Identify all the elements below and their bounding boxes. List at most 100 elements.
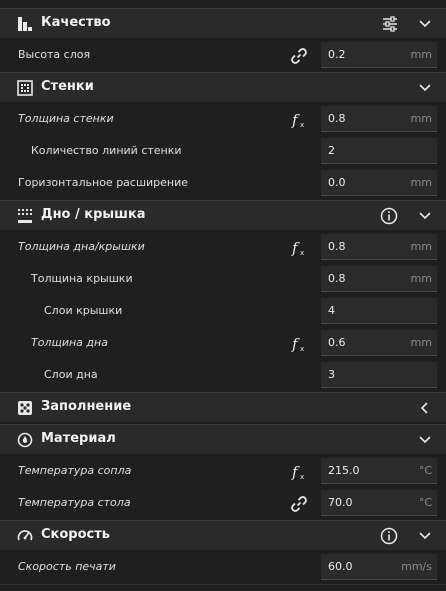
category-speed[interactable]: Скорость	[0, 520, 446, 550]
info-icon[interactable]	[380, 207, 398, 225]
setting-label: Высота слоя	[18, 48, 91, 61]
setting-row-wall-thickness: Толщина стенки f x 0.8 mm	[0, 103, 446, 135]
bed-temperature-input[interactable]: 70.0 °C	[321, 490, 437, 516]
setting-label: Слои крышки	[44, 304, 123, 317]
setting-label: Толщина крышки	[31, 272, 133, 285]
setting-label: Температура стола	[18, 496, 131, 509]
function-icon: f x	[291, 463, 304, 481]
setting-label: Толщина дна/крышки	[18, 240, 145, 253]
bottom-layers-input[interactable]: 3	[321, 362, 437, 388]
chevron-down-icon[interactable]	[418, 82, 432, 94]
setting-row-top-layers: Слои крышки 4	[0, 295, 446, 327]
setting-row-print-speed: Скорость печати 60.0 mm/s	[0, 551, 446, 583]
chevron-left-icon[interactable]	[418, 402, 432, 414]
function-icon: f x	[291, 335, 304, 353]
info-icon[interactable]	[380, 527, 398, 545]
setting-row-top-bottom-thickness: Толщина дна/крышки f x 0.8 mm	[0, 231, 446, 263]
wall-line-count-input[interactable]: 2	[321, 138, 437, 164]
field-unit: mm	[410, 112, 432, 125]
top-bottom-icon	[18, 209, 32, 223]
wall-thickness-input[interactable]: 0.8 mm	[321, 106, 437, 132]
field-value: 0.8	[328, 112, 346, 125]
print-speed-input[interactable]: 60.0 mm/s	[321, 554, 437, 580]
setting-label: Температура сопла	[18, 464, 132, 477]
chevron-down-icon[interactable]	[418, 18, 432, 30]
category-title: Скорость	[41, 527, 110, 542]
field-unit: mm	[410, 240, 432, 253]
setting-row-top-thickness: Толщина крышки 0.8 mm	[0, 263, 446, 295]
category-infill[interactable]: Заполнение	[0, 392, 446, 422]
top-thickness-input[interactable]: 0.8 mm	[321, 266, 437, 292]
setting-label: Горизонтальное расширение	[18, 176, 189, 189]
field-value: 0.8	[328, 272, 346, 285]
setting-label: Скорость печати	[18, 560, 116, 573]
material-icon	[17, 432, 33, 448]
setting-label: Толщина дна	[31, 336, 108, 349]
setting-row-horizontal-expansion: Горизонтальное расширение 0.0 mm	[0, 167, 446, 199]
svg-text:x: x	[300, 345, 304, 353]
chevron-down-icon[interactable]	[418, 210, 432, 222]
category-title: Материал	[41, 431, 116, 446]
link-icon	[291, 496, 307, 512]
svg-text:x: x	[300, 473, 304, 481]
setting-row-bed-temperature: Температура стола 70.0 °C	[0, 487, 446, 519]
bottom-thickness-input[interactable]: 0.6 mm	[321, 330, 437, 356]
setting-row-bottom-layers: Слои дна 3	[0, 359, 446, 391]
sliders-icon[interactable]	[381, 15, 399, 33]
link-icon	[291, 48, 307, 64]
svg-text:f: f	[291, 239, 300, 257]
field-value: 0.6	[328, 336, 346, 349]
field-value: 215.0	[328, 464, 360, 477]
setting-row-layer-height: Высота слоя 0.2 mm	[0, 39, 446, 71]
nozzle-temperature-input[interactable]: 215.0 °C	[321, 458, 437, 484]
field-value: 70.0	[328, 496, 353, 509]
field-unit: mm/s	[401, 560, 432, 573]
category-quality[interactable]: Качество	[0, 8, 446, 38]
print-settings-panel: Качество Высота слоя 0.2 mm Стенки Толщи…	[0, 0, 446, 591]
setting-label: Слои дна	[44, 368, 98, 381]
setting-row-nozzle-temperature: Температура сопла f x 215.0 °C	[0, 455, 446, 487]
svg-text:x: x	[300, 121, 304, 129]
field-unit: mm	[410, 336, 432, 349]
category-title: Стенки	[41, 79, 94, 94]
top-layers-input[interactable]: 4	[321, 298, 437, 324]
setting-label: Толщина стенки	[18, 112, 114, 125]
category-title: Заполнение	[41, 399, 132, 414]
speed-icon	[17, 530, 33, 541]
walls-icon	[17, 80, 33, 96]
quality-bars-icon	[18, 17, 32, 31]
field-unit: mm	[410, 48, 432, 61]
field-value: 60.0	[328, 560, 353, 573]
function-icon: f x	[291, 239, 304, 257]
infill-icon	[18, 401, 32, 415]
field-unit: mm	[410, 272, 432, 285]
field-value: 0.8	[328, 240, 346, 253]
category-walls[interactable]: Стенки	[0, 72, 446, 102]
field-value: 2	[328, 144, 335, 157]
setting-row-wall-line-count: Количество линий стенки 2	[0, 135, 446, 167]
field-unit: mm	[410, 176, 432, 189]
field-value: 4	[328, 304, 335, 317]
bottom-divider	[0, 584, 446, 585]
layer-height-input[interactable]: 0.2 mm	[321, 42, 437, 68]
category-title: Качество	[41, 15, 111, 30]
category-top-bottom[interactable]: Дно / крышка	[0, 200, 446, 230]
field-unit: °C	[418, 464, 432, 477]
svg-text:f: f	[291, 335, 300, 353]
field-value: 0.2	[328, 48, 346, 61]
field-value: 3	[328, 368, 335, 381]
setting-label: Количество линий стенки	[31, 144, 182, 157]
svg-text:f: f	[291, 111, 300, 129]
category-material[interactable]: Материал	[0, 424, 446, 454]
chevron-down-icon[interactable]	[418, 530, 432, 542]
svg-text:x: x	[300, 249, 304, 257]
svg-text:f: f	[291, 463, 300, 481]
top-bottom-thickness-input[interactable]: 0.8 mm	[321, 234, 437, 260]
setting-row-bottom-thickness: Толщина дна f x 0.6 mm	[0, 327, 446, 359]
field-value: 0.0	[328, 176, 346, 189]
chevron-down-icon[interactable]	[418, 434, 432, 446]
category-title: Дно / крышка	[41, 207, 146, 222]
function-icon: f x	[291, 111, 304, 129]
field-unit: °C	[418, 496, 432, 509]
horizontal-expansion-input[interactable]: 0.0 mm	[321, 170, 437, 196]
